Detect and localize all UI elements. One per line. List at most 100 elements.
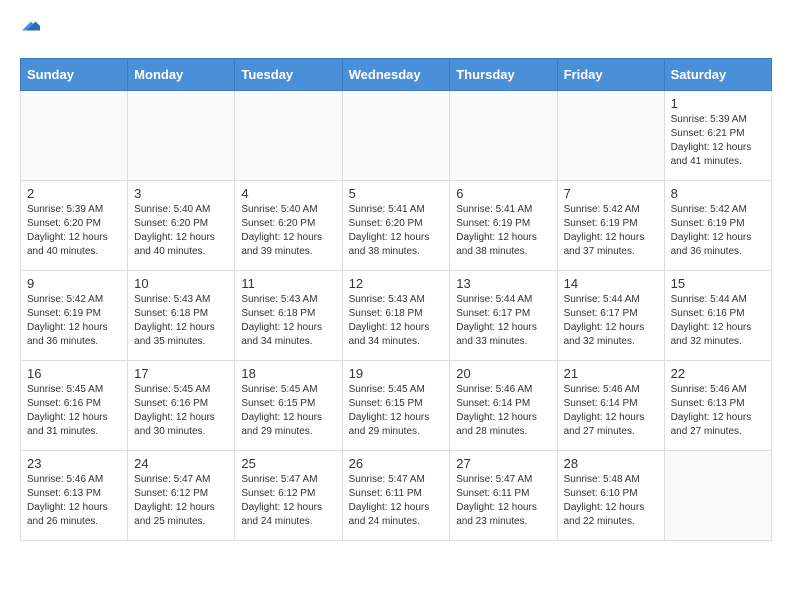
cell-text: Sunrise: 5:43 AM Sunset: 6:18 PM Dayligh…	[241, 293, 335, 349]
day-header-saturday: Saturday	[664, 58, 771, 90]
day-number: 12	[349, 276, 444, 291]
calendar-week-3: 9 Sunrise: 5:42 AM Sunset: 6:19 PM Daylig…	[21, 270, 772, 360]
day-number: 7	[564, 186, 658, 201]
day-number: 16	[27, 366, 121, 381]
cell-text: Sunrise: 5:44 AM Sunset: 6:16 PM Dayligh…	[671, 293, 765, 349]
day-number: 6	[456, 186, 550, 201]
calendar-cell: 11 Sunrise: 5:43 AM Sunset: 6:18 PM Dayli…	[235, 270, 342, 360]
day-number: 8	[671, 186, 765, 201]
day-number: 3	[134, 186, 228, 201]
day-number: 24	[134, 456, 228, 471]
day-number: 26	[349, 456, 444, 471]
cell-text: Sunrise: 5:47 AM Sunset: 6:11 PM Dayligh…	[456, 473, 550, 529]
day-number: 17	[134, 366, 228, 381]
calendar-cell: 13 Sunrise: 5:44 AM Sunset: 6:17 PM Dayli…	[450, 270, 557, 360]
calendar-cell: 22 Sunrise: 5:46 AM Sunset: 6:13 PM Dayli…	[664, 360, 771, 450]
cell-text: Sunrise: 5:44 AM Sunset: 6:17 PM Dayligh…	[564, 293, 658, 349]
day-number: 1	[671, 96, 765, 111]
day-number: 20	[456, 366, 550, 381]
day-number: 25	[241, 456, 335, 471]
calendar-cell	[21, 90, 128, 180]
cell-text: Sunrise: 5:45 AM Sunset: 6:16 PM Dayligh…	[134, 383, 228, 439]
logo-text	[20, 20, 40, 40]
cell-text: Sunrise: 5:48 AM Sunset: 6:10 PM Dayligh…	[564, 473, 658, 529]
calendar-cell: 6 Sunrise: 5:41 AM Sunset: 6:19 PM Daylig…	[450, 180, 557, 270]
cell-text: Sunrise: 5:45 AM Sunset: 6:16 PM Dayligh…	[27, 383, 121, 439]
calendar-cell: 8 Sunrise: 5:42 AM Sunset: 6:19 PM Daylig…	[664, 180, 771, 270]
cell-text: Sunrise: 5:46 AM Sunset: 6:14 PM Dayligh…	[564, 383, 658, 439]
calendar-cell: 1Sunrise: 5:39 AM Sunset: 6:21 PM Daylig…	[664, 90, 771, 180]
cell-text: Sunrise: 5:44 AM Sunset: 6:17 PM Dayligh…	[456, 293, 550, 349]
calendar-cell	[664, 450, 771, 540]
calendar-cell: 4 Sunrise: 5:40 AM Sunset: 6:20 PM Daylig…	[235, 180, 342, 270]
calendar-cell: 18Sunrise: 5:45 AM Sunset: 6:15 PM Dayli…	[235, 360, 342, 450]
calendar-cell	[235, 90, 342, 180]
day-header-tuesday: Tuesday	[235, 58, 342, 90]
calendar-cell: 26Sunrise: 5:47 AM Sunset: 6:11 PM Dayli…	[342, 450, 450, 540]
logo	[20, 20, 40, 40]
calendar-cell	[342, 90, 450, 180]
cell-text: Sunrise: 5:42 AM Sunset: 6:19 PM Dayligh…	[564, 203, 658, 259]
logo-icon	[22, 17, 40, 35]
calendar-cell: 9 Sunrise: 5:42 AM Sunset: 6:19 PM Daylig…	[21, 270, 128, 360]
calendar-cell: 20 Sunrise: 5:46 AM Sunset: 6:14 PM Dayli…	[450, 360, 557, 450]
calendar-week-1: 1Sunrise: 5:39 AM Sunset: 6:21 PM Daylig…	[21, 90, 772, 180]
day-number: 4	[241, 186, 335, 201]
day-number: 5	[349, 186, 444, 201]
calendar-cell: 24 Sunrise: 5:47 AM Sunset: 6:12 PM Dayli…	[128, 450, 235, 540]
day-number: 27	[456, 456, 550, 471]
cell-text: Sunrise: 5:43 AM Sunset: 6:18 PM Dayligh…	[134, 293, 228, 349]
calendar-cell: 5 Sunrise: 5:41 AM Sunset: 6:20 PM Daylig…	[342, 180, 450, 270]
day-number: 14	[564, 276, 658, 291]
calendar-cell: 19 Sunrise: 5:45 AM Sunset: 6:15 PM Dayli…	[342, 360, 450, 450]
day-number: 13	[456, 276, 550, 291]
calendar-cell	[128, 90, 235, 180]
calendar-cell: 14 Sunrise: 5:44 AM Sunset: 6:17 PM Dayli…	[557, 270, 664, 360]
day-number: 19	[349, 366, 444, 381]
calendar-cell: 17 Sunrise: 5:45 AM Sunset: 6:16 PM Dayli…	[128, 360, 235, 450]
day-number: 11	[241, 276, 335, 291]
day-header-sunday: Sunday	[21, 58, 128, 90]
calendar-cell: 25 Sunrise: 5:47 AM Sunset: 6:12 PM Dayli…	[235, 450, 342, 540]
day-header-wednesday: Wednesday	[342, 58, 450, 90]
day-header-friday: Friday	[557, 58, 664, 90]
calendar-cell: 28Sunrise: 5:48 AM Sunset: 6:10 PM Dayli…	[557, 450, 664, 540]
calendar-cell: 23 Sunrise: 5:46 AM Sunset: 6:13 PM Dayli…	[21, 450, 128, 540]
cell-text: Sunrise: 5:42 AM Sunset: 6:19 PM Dayligh…	[671, 203, 765, 259]
calendar-week-2: 2Sunrise: 5:39 AM Sunset: 6:20 PM Daylig…	[21, 180, 772, 270]
cell-text: Sunrise: 5:47 AM Sunset: 6:12 PM Dayligh…	[241, 473, 335, 529]
calendar-cell	[450, 90, 557, 180]
calendar-cell: 15 Sunrise: 5:44 AM Sunset: 6:16 PM Dayli…	[664, 270, 771, 360]
day-number: 22	[671, 366, 765, 381]
day-number: 10	[134, 276, 228, 291]
cell-text: Sunrise: 5:45 AM Sunset: 6:15 PM Dayligh…	[241, 383, 335, 439]
calendar-table: SundayMondayTuesdayWednesdayThursdayFrid…	[20, 58, 772, 541]
cell-text: Sunrise: 5:41 AM Sunset: 6:20 PM Dayligh…	[349, 203, 444, 259]
calendar-cell: 21 Sunrise: 5:46 AM Sunset: 6:14 PM Dayli…	[557, 360, 664, 450]
calendar-cell: 10 Sunrise: 5:43 AM Sunset: 6:18 PM Dayli…	[128, 270, 235, 360]
day-number: 21	[564, 366, 658, 381]
calendar-cell: 3 Sunrise: 5:40 AM Sunset: 6:20 PM Daylig…	[128, 180, 235, 270]
day-number: 15	[671, 276, 765, 291]
calendar-header-row: SundayMondayTuesdayWednesdayThursdayFrid…	[21, 58, 772, 90]
calendar-week-4: 16 Sunrise: 5:45 AM Sunset: 6:16 PM Dayli…	[21, 360, 772, 450]
cell-text: Sunrise: 5:45 AM Sunset: 6:15 PM Dayligh…	[349, 383, 444, 439]
day-number: 23	[27, 456, 121, 471]
cell-text: Sunrise: 5:46 AM Sunset: 6:13 PM Dayligh…	[27, 473, 121, 529]
day-header-monday: Monday	[128, 58, 235, 90]
calendar-cell: 2Sunrise: 5:39 AM Sunset: 6:20 PM Daylig…	[21, 180, 128, 270]
cell-text: Sunrise: 5:41 AM Sunset: 6:19 PM Dayligh…	[456, 203, 550, 259]
cell-text: Sunrise: 5:40 AM Sunset: 6:20 PM Dayligh…	[241, 203, 335, 259]
cell-text: Sunrise: 5:46 AM Sunset: 6:14 PM Dayligh…	[456, 383, 550, 439]
day-header-thursday: Thursday	[450, 58, 557, 90]
cell-text: Sunrise: 5:43 AM Sunset: 6:18 PM Dayligh…	[349, 293, 444, 349]
calendar-cell: 12 Sunrise: 5:43 AM Sunset: 6:18 PM Dayli…	[342, 270, 450, 360]
cell-text: Sunrise: 5:40 AM Sunset: 6:20 PM Dayligh…	[134, 203, 228, 259]
day-number: 9	[27, 276, 121, 291]
day-number: 2	[27, 186, 121, 201]
cell-text: Sunrise: 5:42 AM Sunset: 6:19 PM Dayligh…	[27, 293, 121, 349]
calendar-cell: 27 Sunrise: 5:47 AM Sunset: 6:11 PM Dayli…	[450, 450, 557, 540]
cell-text: Sunrise: 5:46 AM Sunset: 6:13 PM Dayligh…	[671, 383, 765, 439]
calendar-week-5: 23 Sunrise: 5:46 AM Sunset: 6:13 PM Dayli…	[21, 450, 772, 540]
cell-text: Sunrise: 5:47 AM Sunset: 6:12 PM Dayligh…	[134, 473, 228, 529]
